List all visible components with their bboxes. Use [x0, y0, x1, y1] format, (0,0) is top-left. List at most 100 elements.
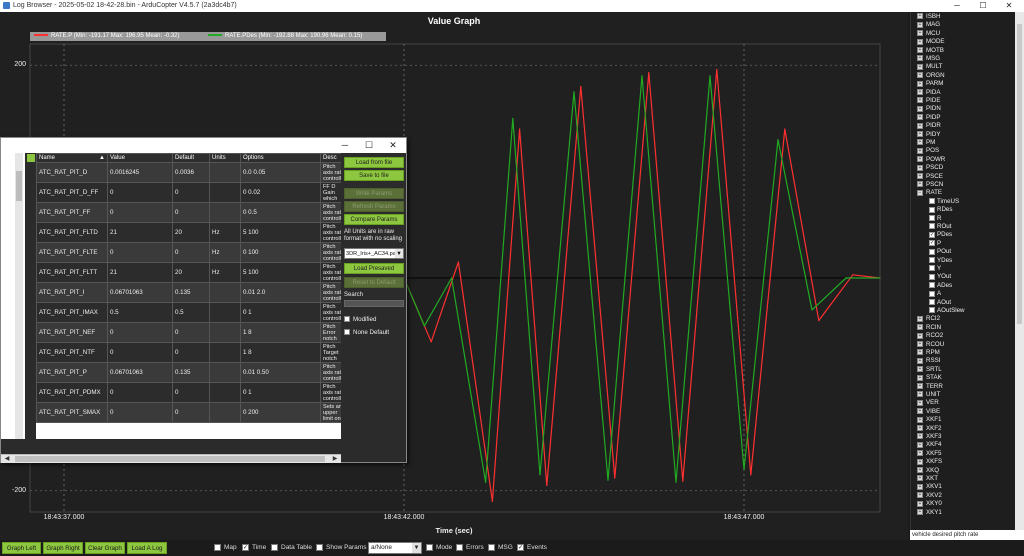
- tree-group-item[interactable]: + MODE: [917, 38, 945, 46]
- dialog-maximize-button[interactable]: ☐: [357, 138, 381, 153]
- column-header-options[interactable]: Options: [240, 153, 321, 163]
- tree-group-item[interactable]: + STAK: [917, 374, 942, 382]
- tree-field-item[interactable]: RDes: [929, 206, 952, 214]
- checkbox-icon[interactable]: [929, 290, 935, 297]
- tree-group-item[interactable]: + PSCE: [917, 173, 943, 181]
- write-params-button[interactable]: Write Params: [344, 188, 404, 199]
- expand-icon[interactable]: +: [917, 88, 923, 95]
- checkbox-icon[interactable]: [929, 256, 935, 263]
- expand-icon[interactable]: +: [917, 105, 923, 112]
- param-value-cell[interactable]: 0: [107, 322, 173, 343]
- params-vscroll-thumb[interactable]: [16, 171, 22, 201]
- tree-group-item[interactable]: + PIDA: [917, 89, 940, 97]
- tree-group-item[interactable]: + XKF4: [917, 441, 941, 449]
- tree-field-item[interactable]: Y: [929, 265, 941, 273]
- expand-icon[interactable]: +: [917, 181, 923, 188]
- checkbox-icon[interactable]: ✓: [929, 240, 935, 247]
- tree-field-item[interactable]: POut: [929, 248, 951, 256]
- expand-icon[interactable]: +: [917, 340, 923, 347]
- expand-icon[interactable]: +: [917, 424, 923, 431]
- checkbox-icon[interactable]: [929, 265, 935, 272]
- expand-icon[interactable]: +: [917, 38, 923, 45]
- expand-icon[interactable]: +: [917, 349, 923, 356]
- expand-icon[interactable]: +: [917, 492, 923, 499]
- expand-icon[interactable]: +: [917, 80, 923, 87]
- table-row[interactable]: ATC_RAT_PIT_NEF 0 0 1 8 Pitch Error notch: [36, 322, 348, 343]
- collapse-icon[interactable]: −: [917, 189, 923, 196]
- tree-group-item[interactable]: + ORGN: [917, 72, 945, 80]
- search-input[interactable]: [344, 300, 404, 307]
- load-a-log-button[interactable]: Load A Log: [127, 542, 167, 554]
- tree-group-item[interactable]: + XKY1: [917, 509, 942, 517]
- tree-field-item[interactable]: AOutSlew: [929, 307, 965, 315]
- table-row[interactable]: ATC_RAT_PIT_SMAX 0 0 0 200 Sets an upper lim…: [36, 402, 348, 423]
- scroll-right-icon[interactable]: ▶: [331, 455, 339, 463]
- refresh-params-button[interactable]: Refresh Params: [344, 201, 404, 212]
- expand-icon[interactable]: +: [917, 139, 923, 146]
- tree-group-item[interactable]: + XKV2: [917, 492, 942, 500]
- expand-icon[interactable]: +: [917, 475, 923, 482]
- expand-icon[interactable]: +: [917, 382, 923, 389]
- tree-group-item[interactable]: + PIDE: [917, 97, 940, 105]
- tree-field-item[interactable]: YDes: [929, 257, 952, 265]
- tree-group-item[interactable]: + ISBH: [917, 13, 940, 21]
- tree-field-item[interactable]: A: [929, 290, 941, 298]
- tree-group-item[interactable]: + POWR: [917, 156, 945, 164]
- column-header-value[interactable]: Value: [107, 153, 173, 163]
- param-value-cell[interactable]: 0.0016245: [107, 162, 173, 183]
- tree-group-item[interactable]: + UNIT: [917, 391, 940, 399]
- tree-group-item[interactable]: + RCIN: [917, 324, 941, 332]
- tree-group-item[interactable]: − RATE: [917, 189, 942, 197]
- tree-group-item[interactable]: + XKF3: [917, 433, 941, 441]
- expand-icon[interactable]: +: [917, 13, 923, 20]
- expand-icon[interactable]: +: [917, 374, 923, 381]
- errors-checkbox[interactable]: Errors: [456, 544, 484, 551]
- graph-left-button[interactable]: Graph Left: [2, 542, 41, 554]
- dialog-minimize-button[interactable]: ─: [333, 138, 357, 153]
- checkbox-icon[interactable]: ✓: [929, 231, 935, 238]
- tree-group-item[interactable]: + PIDY: [917, 131, 940, 139]
- checkbox-icon[interactable]: [929, 307, 935, 314]
- expand-icon[interactable]: +: [917, 63, 923, 70]
- tree-scrollbar[interactable]: [1015, 12, 1024, 530]
- table-row[interactable]: ATC_RAT_PIT_I 0.06701063 0.135 0.01 2.0 Pitc…: [36, 282, 348, 303]
- tree-group-item[interactable]: + MULT: [917, 63, 942, 71]
- expand-icon[interactable]: +: [917, 483, 923, 490]
- tree-group-item[interactable]: + MSG: [917, 55, 940, 63]
- dialog-close-button[interactable]: ✕: [381, 138, 405, 153]
- checkbox-icon[interactable]: [929, 248, 935, 255]
- tree-group-item[interactable]: + RPM: [917, 349, 940, 357]
- table-row[interactable]: ATC_RAT_PIT_P 0.06701063 0.135 0.01 0.50 Pit…: [36, 362, 348, 383]
- checkbox-icon[interactable]: [929, 273, 935, 280]
- param-value-cell[interactable]: 0.06701063: [107, 282, 173, 303]
- tree-group-item[interactable]: + MCU: [917, 30, 940, 38]
- expand-icon[interactable]: +: [917, 46, 923, 53]
- expand-icon[interactable]: +: [917, 500, 923, 507]
- tree-field-item[interactable]: R: [929, 215, 941, 223]
- tree-group-item[interactable]: + RCOU: [917, 341, 944, 349]
- expand-icon[interactable]: +: [917, 114, 923, 121]
- param-value-cell[interactable]: 0: [107, 202, 173, 223]
- modified-checkbox[interactable]: Modified: [344, 316, 376, 323]
- expand-icon[interactable]: +: [917, 416, 923, 423]
- log-message-tree[interactable]: + ISBH + MAG + MCU + MODE + MOTB + MSG + MULT + ORGN + PA…: [910, 12, 1024, 530]
- tree-group-item[interactable]: + XKF5: [917, 450, 941, 458]
- expand-icon[interactable]: +: [917, 332, 923, 339]
- expand-icon[interactable]: +: [917, 315, 923, 322]
- expand-icon[interactable]: +: [917, 441, 923, 448]
- tree-group-item[interactable]: + RCI2: [917, 315, 940, 323]
- tree-field-item[interactable]: ROut: [929, 223, 951, 231]
- tree-field-item[interactable]: ADes: [929, 282, 952, 290]
- expand-icon[interactable]: +: [917, 450, 923, 457]
- expand-icon[interactable]: +: [917, 130, 923, 137]
- param-value-cell[interactable]: 0.5: [107, 302, 173, 323]
- tree-group-item[interactable]: + XKF1: [917, 416, 941, 424]
- param-value-cell[interactable]: 0: [107, 382, 173, 403]
- clear-graph-button[interactable]: Clear Graph: [85, 542, 125, 554]
- expand-icon[interactable]: +: [917, 458, 923, 465]
- mode-combo[interactable]: a/None ▼: [368, 542, 422, 554]
- expand-icon[interactable]: +: [917, 164, 923, 171]
- column-header-units[interactable]: Units: [209, 153, 241, 163]
- mode-checkbox[interactable]: Mode: [426, 544, 452, 551]
- graph-right-button[interactable]: Graph Right: [43, 542, 83, 554]
